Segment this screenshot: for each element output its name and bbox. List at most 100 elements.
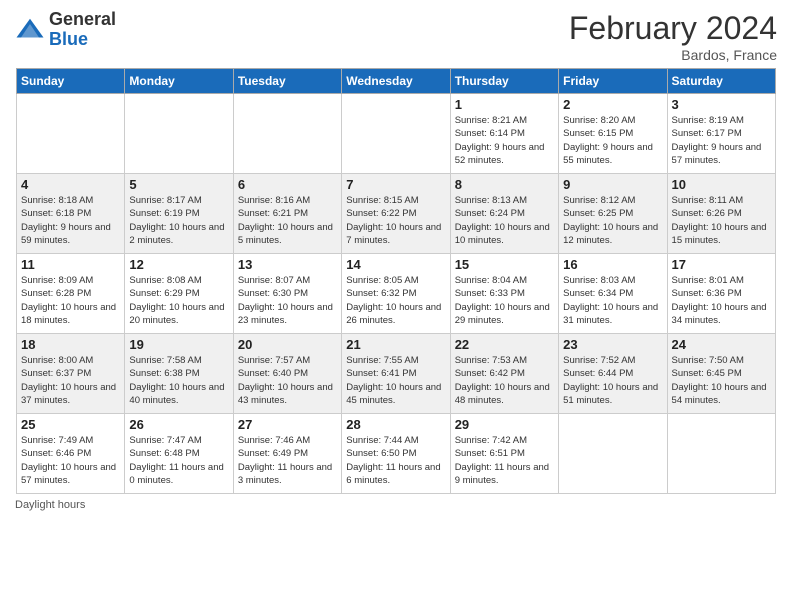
day-info: Sunrise: 8:04 AM Sunset: 6:33 PM Dayligh… [455,274,554,327]
calendar-cell [17,94,125,174]
week-row-3: 11 Sunrise: 8:09 AM Sunset: 6:28 PM Dayli… [17,254,776,334]
calendar-cell: 3 Sunrise: 8:19 AM Sunset: 6:17 PM Daylig… [667,94,775,174]
header-day-saturday: Saturday [667,69,775,94]
day-number: 8 [455,177,554,192]
day-info: Sunrise: 8:18 AM Sunset: 6:18 PM Dayligh… [21,194,120,247]
day-info: Sunrise: 7:46 AM Sunset: 6:49 PM Dayligh… [238,434,337,487]
calendar-cell: 5 Sunrise: 8:17 AM Sunset: 6:19 PM Daylig… [125,174,233,254]
calendar-cell: 7 Sunrise: 8:15 AM Sunset: 6:22 PM Daylig… [342,174,450,254]
week-row-4: 18Sunrise: 8:00 AM Sunset: 6:37 PM Dayli… [17,334,776,414]
day-number: 23 [563,337,662,352]
day-number: 21 [346,337,445,352]
calendar-cell: 27Sunrise: 7:46 AM Sunset: 6:49 PM Dayli… [233,414,341,494]
day-number: 1 [455,97,554,112]
calendar-cell: 22Sunrise: 7:53 AM Sunset: 6:42 PM Dayli… [450,334,558,414]
calendar-table: SundayMondayTuesdayWednesdayThursdayFrid… [16,68,776,494]
day-info: Sunrise: 7:52 AM Sunset: 6:44 PM Dayligh… [563,354,662,407]
logo-icon [15,15,45,45]
header-day-tuesday: Tuesday [233,69,341,94]
day-number: 16 [563,257,662,272]
calendar-cell: 10Sunrise: 8:11 AM Sunset: 6:26 PM Dayli… [667,174,775,254]
calendar-cell: 24Sunrise: 7:50 AM Sunset: 6:45 PM Dayli… [667,334,775,414]
day-info: Sunrise: 8:17 AM Sunset: 6:19 PM Dayligh… [129,194,228,247]
location: Bardos, France [569,47,777,63]
day-info: Sunrise: 7:47 AM Sunset: 6:48 PM Dayligh… [129,434,228,487]
day-number: 2 [563,97,662,112]
calendar-cell: 9 Sunrise: 8:12 AM Sunset: 6:25 PM Daylig… [559,174,667,254]
daylight-label: Daylight hours [15,499,85,511]
day-number: 12 [129,257,228,272]
day-info: Sunrise: 7:49 AM Sunset: 6:46 PM Dayligh… [21,434,120,487]
calendar-cell: 20 Sunrise: 7:57 AM Sunset: 6:40 PM Dayli… [233,334,341,414]
day-info: Sunrise: 8:12 AM Sunset: 6:25 PM Dayligh… [563,194,662,247]
calendar-cell: 8 Sunrise: 8:13 AM Sunset: 6:24 PM Daylig… [450,174,558,254]
logo-text: General Blue [49,10,116,50]
day-info: Sunrise: 8:20 AM Sunset: 6:15 PM Dayligh… [563,114,662,167]
day-number: 7 [346,177,445,192]
day-info: Sunrise: 8:09 AM Sunset: 6:28 PM Dayligh… [21,274,120,327]
calendar-cell: 14 Sunrise: 8:05 AM Sunset: 6:32 PM Dayli… [342,254,450,334]
page-header: General Blue February 2024 Bardos, Franc… [0,0,792,68]
calendar-body: 1 Sunrise: 8:21 AM Sunset: 6:14 PM Daylig… [17,94,776,494]
day-number: 15 [455,257,554,272]
day-number: 20 [238,337,337,352]
calendar-cell: 21 Sunrise: 7:55 AM Sunset: 6:41 PM Dayli… [342,334,450,414]
day-number: 24 [672,337,771,352]
calendar-cell: 29 Sunrise: 7:42 AM Sunset: 6:51 PM Dayli… [450,414,558,494]
day-info: Sunrise: 8:16 AM Sunset: 6:21 PM Dayligh… [238,194,337,247]
logo-blue: Blue [49,30,116,50]
calendar-cell: 17Sunrise: 8:01 AM Sunset: 6:36 PM Dayli… [667,254,775,334]
day-info: Sunrise: 8:19 AM Sunset: 6:17 PM Dayligh… [672,114,771,167]
day-info: Sunrise: 8:21 AM Sunset: 6:14 PM Dayligh… [455,114,554,167]
calendar-cell: 1 Sunrise: 8:21 AM Sunset: 6:14 PM Daylig… [450,94,558,174]
day-number: 14 [346,257,445,272]
day-number: 4 [21,177,120,192]
day-number: 29 [455,417,554,432]
day-info: Sunrise: 8:13 AM Sunset: 6:24 PM Dayligh… [455,194,554,247]
day-info: Sunrise: 8:03 AM Sunset: 6:34 PM Dayligh… [563,274,662,327]
footer: Daylight hours [0,494,792,516]
header-day-friday: Friday [559,69,667,94]
title-section: February 2024 Bardos, France [569,10,777,63]
header-day-sunday: Sunday [17,69,125,94]
day-number: 26 [129,417,228,432]
header-day-monday: Monday [125,69,233,94]
calendar-cell: 23 Sunrise: 7:52 AM Sunset: 6:44 PM Dayli… [559,334,667,414]
day-info: Sunrise: 7:55 AM Sunset: 6:41 PM Dayligh… [346,354,445,407]
day-info: Sunrise: 7:57 AM Sunset: 6:40 PM Dayligh… [238,354,337,407]
day-number: 5 [129,177,228,192]
day-info: Sunrise: 7:53 AM Sunset: 6:42 PM Dayligh… [455,354,554,407]
day-info: Sunrise: 8:11 AM Sunset: 6:26 PM Dayligh… [672,194,771,247]
calendar-cell: 13Sunrise: 8:07 AM Sunset: 6:30 PM Dayli… [233,254,341,334]
day-number: 11 [21,257,120,272]
calendar-cell [342,94,450,174]
day-info: Sunrise: 8:07 AM Sunset: 6:30 PM Dayligh… [238,274,337,327]
calendar-cell: 12 Sunrise: 8:08 AM Sunset: 6:29 PM Dayli… [125,254,233,334]
day-info: Sunrise: 8:05 AM Sunset: 6:32 PM Dayligh… [346,274,445,327]
day-info: Sunrise: 8:00 AM Sunset: 6:37 PM Dayligh… [21,354,120,407]
calendar-cell: 15 Sunrise: 8:04 AM Sunset: 6:33 PM Dayli… [450,254,558,334]
day-number: 3 [672,97,771,112]
calendar-cell [667,414,775,494]
calendar-cell: 2 Sunrise: 8:20 AM Sunset: 6:15 PM Daylig… [559,94,667,174]
day-info: Sunrise: 7:58 AM Sunset: 6:38 PM Dayligh… [129,354,228,407]
week-row-5: 25 Sunrise: 7:49 AM Sunset: 6:46 PM Dayli… [17,414,776,494]
calendar-header: SundayMondayTuesdayWednesdayThursdayFrid… [17,69,776,94]
calendar-cell: 4 Sunrise: 8:18 AM Sunset: 6:18 PM Daylig… [17,174,125,254]
logo: General Blue [15,10,116,50]
header-day-wednesday: Wednesday [342,69,450,94]
day-info: Sunrise: 7:42 AM Sunset: 6:51 PM Dayligh… [455,434,554,487]
calendar-wrapper: SundayMondayTuesdayWednesdayThursdayFrid… [0,68,792,494]
day-info: Sunrise: 8:08 AM Sunset: 6:29 PM Dayligh… [129,274,228,327]
calendar-cell: 26 Sunrise: 7:47 AM Sunset: 6:48 PM Dayli… [125,414,233,494]
day-number: 25 [21,417,120,432]
calendar-cell: 18Sunrise: 8:00 AM Sunset: 6:37 PM Dayli… [17,334,125,414]
day-number: 28 [346,417,445,432]
calendar-cell: 11 Sunrise: 8:09 AM Sunset: 6:28 PM Dayli… [17,254,125,334]
day-info: Sunrise: 8:01 AM Sunset: 6:36 PM Dayligh… [672,274,771,327]
day-info: Sunrise: 8:15 AM Sunset: 6:22 PM Dayligh… [346,194,445,247]
day-number: 6 [238,177,337,192]
day-number: 9 [563,177,662,192]
calendar-cell: 6 Sunrise: 8:16 AM Sunset: 6:21 PM Daylig… [233,174,341,254]
week-row-2: 4 Sunrise: 8:18 AM Sunset: 6:18 PM Daylig… [17,174,776,254]
